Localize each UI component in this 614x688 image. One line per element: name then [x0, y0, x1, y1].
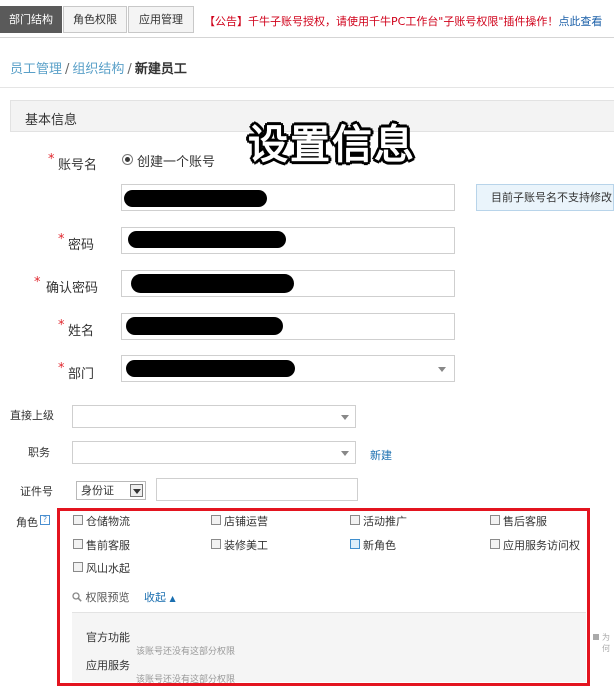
- position-select[interactable]: [72, 441, 356, 464]
- breadcrumb-current: 新建员工: [134, 62, 187, 77]
- account-label: 账号名: [58, 158, 98, 173]
- permission-app-services: 应用服务: [86, 659, 130, 672]
- name-label: 姓名: [68, 324, 95, 339]
- permission-app-services-note: 该账号还没有这部分权限: [136, 675, 236, 685]
- overlay-caption: 设置信息: [248, 122, 416, 168]
- id-number-input[interactable]: [156, 478, 358, 501]
- collapse-toggle[interactable]: 收起 ▲: [144, 589, 176, 605]
- tab-role-permissions[interactable]: 角色权限: [63, 6, 127, 33]
- redaction-mark: [126, 360, 295, 377]
- confirm-password-label: 确认密码: [46, 281, 99, 296]
- role-label: 角色: [16, 516, 38, 529]
- id-type-select[interactable]: 身份证: [76, 481, 146, 500]
- scroll-indicator: [593, 634, 599, 640]
- role-checkbox[interactable]: [211, 515, 221, 525]
- position-label: 职务: [28, 446, 50, 459]
- role-label-warehouse: 仓储物流: [86, 515, 130, 528]
- account-name-tip-text: 目前子账号名不支持修改，: [491, 191, 614, 204]
- redaction-mark: [131, 274, 294, 293]
- role-checkbox[interactable]: [211, 539, 221, 549]
- id-number-label: 证件号: [20, 485, 53, 498]
- permission-official-features: 官方功能: [86, 631, 130, 644]
- tab-department-structure[interactable]: 部门结构: [0, 6, 62, 33]
- notice-text: 【公告】千牛子账号授权，请使用千牛PC工作台"子账号权限"插件操作！: [204, 15, 559, 28]
- chevron-down-icon: [341, 451, 349, 456]
- account-name-tip: 目前子账号名不支持修改，: [476, 184, 614, 211]
- notice-link[interactable]: 点此查看: [558, 15, 602, 28]
- tab-app-management[interactable]: 应用管理: [128, 6, 194, 33]
- redaction-mark: [124, 190, 267, 207]
- role-checkbox[interactable]: [490, 515, 500, 525]
- department-label: 部门: [68, 367, 95, 382]
- role-label-new-role: 新角色: [363, 539, 396, 552]
- role-checkbox[interactable]: [73, 562, 83, 572]
- role-label-pre-sales: 售前客服: [86, 539, 130, 552]
- divider: [0, 87, 614, 88]
- role-checkbox[interactable]: [73, 539, 83, 549]
- chevron-up-icon: ▲: [169, 594, 176, 603]
- notice-banner: 【公告】千牛子账号授权，请使用千牛PC工作台"子账号权限"插件操作！点此查看: [204, 13, 602, 29]
- password-label: 密码: [68, 238, 95, 253]
- role-checkbox[interactable]: [350, 539, 360, 549]
- superior-label: 直接上级: [10, 409, 54, 422]
- chevron-down-icon: [438, 367, 446, 372]
- chevron-down-icon: [341, 415, 349, 420]
- role-checkbox[interactable]: [350, 515, 360, 525]
- permission-official-note: 该账号还没有这部分权限: [136, 647, 236, 657]
- breadcrumb-separator: /: [127, 62, 132, 77]
- required-marker: *: [48, 152, 55, 167]
- search-icon: [72, 592, 82, 602]
- permission-preview-label: 权限预览: [85, 591, 130, 604]
- role-checkbox[interactable]: [490, 539, 500, 549]
- role-checkbox[interactable]: [73, 515, 83, 525]
- id-type-value: 身份证: [81, 484, 114, 497]
- top-tab-bar: 部门结构 角色权限 应用管理 【公告】千牛子账号授权，请使用千牛PC工作台"子账…: [0, 0, 614, 38]
- permission-preview: 权限预览: [72, 589, 130, 605]
- help-icon[interactable]: ?: [40, 515, 50, 525]
- side-text: 为何: [602, 633, 610, 653]
- role-label-decoration: 装修美工: [224, 539, 268, 552]
- permission-panel: 官方功能 该账号还没有这部分权限 应用服务 该账号还没有这部分权限: [72, 612, 586, 685]
- role-label-promotion: 活动推广: [363, 515, 407, 528]
- select-arrow-button[interactable]: [130, 484, 143, 497]
- breadcrumb-separator: /: [65, 62, 70, 77]
- chevron-down-icon: [133, 489, 141, 494]
- redaction-mark: [128, 231, 286, 248]
- role-label-fengshan: 风山水起: [86, 562, 130, 575]
- required-marker: *: [58, 318, 65, 333]
- create-account-radio-label[interactable]: 创建一个账号: [137, 151, 215, 170]
- superior-select[interactable]: [72, 405, 356, 428]
- section-title: 基本信息: [25, 113, 78, 128]
- required-marker: *: [34, 275, 41, 290]
- role-label-store-ops: 店铺运营: [224, 515, 268, 528]
- required-marker: *: [58, 232, 65, 247]
- breadcrumb-employee-management[interactable]: 员工管理: [10, 62, 62, 77]
- role-label-app-service-access: 应用服务访问权: [503, 539, 580, 552]
- breadcrumb: 员工管理 / 组织结构 / 新建员工: [10, 58, 187, 77]
- required-marker: *: [58, 361, 65, 376]
- new-position-link[interactable]: 新建: [370, 447, 392, 463]
- breadcrumb-org-structure[interactable]: 组织结构: [72, 62, 124, 77]
- create-account-radio[interactable]: [122, 154, 133, 165]
- redaction-mark: [126, 317, 283, 335]
- collapse-label: 收起: [144, 591, 166, 604]
- role-label-after-sales: 售后客服: [503, 515, 547, 528]
